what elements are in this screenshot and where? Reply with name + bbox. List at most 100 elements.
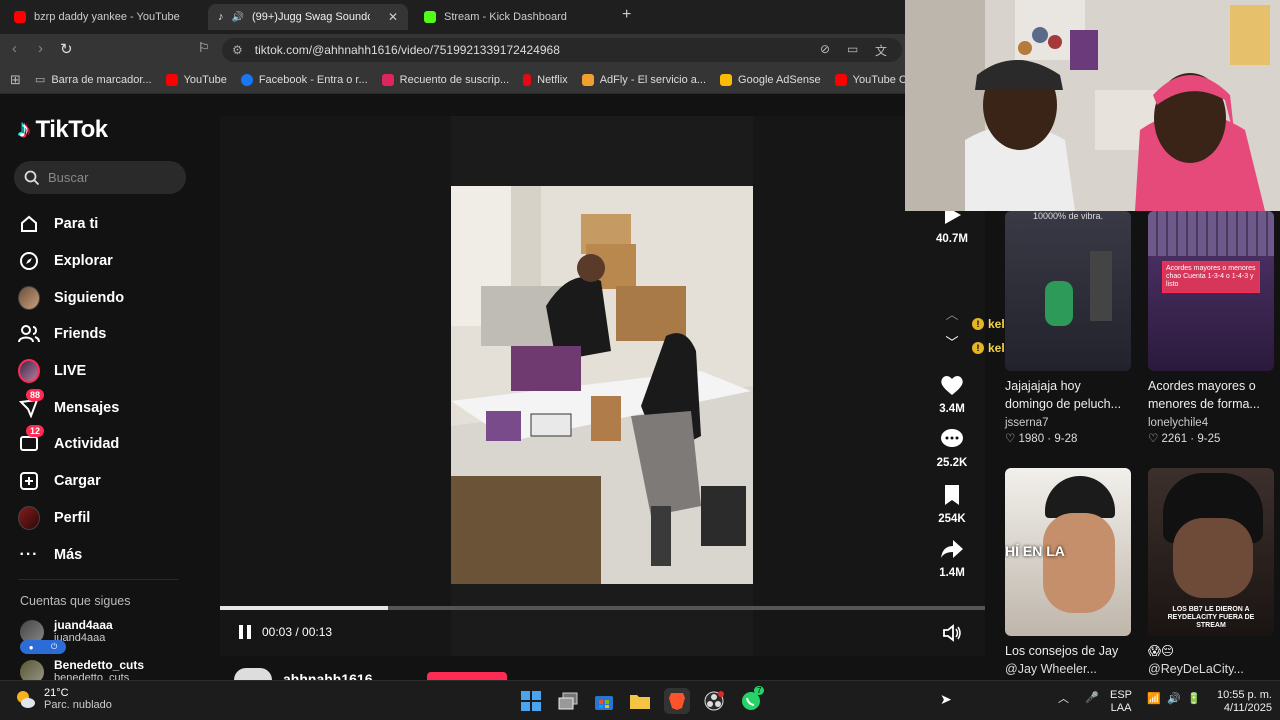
bookmark-item[interactable]: Netflix	[523, 73, 568, 86]
video-player[interactable]: 00:03 / 00:13	[220, 116, 985, 656]
pause-icon[interactable]	[238, 624, 252, 640]
bookmark-item[interactable]: YouTube	[165, 73, 227, 86]
nav-perfil[interactable]: Perfil	[18, 500, 200, 537]
bookmark-item[interactable]: Google AdSense	[720, 73, 821, 86]
battery-icon[interactable]: 🔋	[1187, 693, 1201, 706]
recommendation-card[interactable]: Acordes mayores o menores chao Cuenta 1-…	[1148, 211, 1274, 445]
save-button[interactable]: 254K	[930, 484, 974, 525]
bookmark-icon[interactable]: ⚐	[198, 40, 210, 56]
forward-icon[interactable]: ›	[38, 40, 43, 57]
bookmark-item[interactable]: Facebook - Entra o r...	[240, 73, 368, 86]
video-thumbnail[interactable]: Acordes mayores o menores chao Cuenta 1-…	[1148, 211, 1274, 371]
microphone-icon[interactable]: 🎤	[1085, 692, 1099, 705]
scroll-up-button[interactable]: ︿	[930, 304, 974, 324]
nav-actividad[interactable]: 12 Actividad	[18, 425, 200, 463]
piano-keys	[1148, 211, 1274, 256]
bookmark-item[interactable]: Recuento de suscrip...	[381, 73, 509, 86]
like-button[interactable]: 3.4M	[930, 374, 974, 415]
following-title: Cuentas que sigues	[20, 594, 131, 608]
tab-youtube[interactable]: bzrp daddy yankee - YouTube	[4, 4, 204, 30]
activity-badge: 12	[26, 425, 45, 438]
author-avatar[interactable]	[234, 668, 272, 680]
language-indicator[interactable]: ESP LAA	[1110, 689, 1132, 715]
youtube-icon	[165, 73, 178, 86]
search-icon	[24, 170, 40, 185]
bookmark-icon	[945, 485, 959, 505]
video-progress-fill	[220, 606, 389, 610]
webcam-scene	[905, 0, 1280, 211]
search-input[interactable]	[48, 170, 168, 185]
bookmark-item[interactable]: AdFly - El servicio a...	[581, 73, 706, 86]
no-cast-icon[interactable]: ⊘	[820, 42, 830, 56]
thumbnail-figure	[1090, 251, 1112, 321]
speaker-icon: 🔊	[231, 11, 244, 23]
windows-start-icon[interactable]	[518, 688, 544, 714]
install-icon[interactable]: ▭	[847, 42, 858, 56]
scroll-down-button[interactable]: ﹀	[930, 332, 974, 352]
share-button[interactable]: 1.4M	[930, 538, 974, 579]
search-box[interactable]	[14, 161, 186, 194]
reload-icon[interactable]: ↻	[60, 40, 73, 58]
video-thumbnail[interactable]: LOS BB7 LE DIERON A REYDELACITY FUERA DE…	[1148, 468, 1274, 636]
volume-icon[interactable]	[942, 624, 962, 642]
kick-icon	[424, 11, 436, 23]
thumbnail-figure	[1045, 281, 1073, 326]
activity-icon: 12	[18, 425, 45, 455]
tiktok-icon: ♪	[18, 116, 30, 143]
share-icon	[941, 540, 963, 558]
weather-widget[interactable]: 21°C Parc. nublado	[14, 687, 112, 711]
brave-icon[interactable]	[664, 688, 690, 714]
translate-icon[interactable]: 文	[875, 42, 887, 59]
store-icon[interactable]	[591, 688, 617, 714]
thumbnail-cap	[1045, 476, 1115, 518]
main-nav: Para ti Explorar Siguiendo Friends LIVE …	[18, 206, 200, 573]
heart-icon	[941, 376, 963, 395]
tab-kick[interactable]: Stream - Kick Dashboard	[414, 4, 614, 30]
tab-soundcloud[interactable]: ♪ 🔊 (99+)Jugg Swag Soundcloud ✕	[208, 4, 408, 30]
recommendation-card[interactable]: LOS BB7 LE DIERON A REYDELACITY FUERA DE…	[1148, 468, 1274, 676]
comment-button[interactable]: 25.2K	[930, 428, 974, 469]
tiktok-logo[interactable]: ♪ TikTok	[18, 116, 108, 144]
volume-icon[interactable]: 🔊	[1167, 693, 1181, 706]
recommendation-card[interactable]: HÍ EN LA Los consejos de Jay @Jay Wheele…	[1005, 468, 1131, 676]
nav-explorar[interactable]: Explorar	[18, 243, 200, 280]
thumbnail-face	[1043, 513, 1115, 613]
nav-mensajes[interactable]: 88 Mensajes	[18, 388, 200, 426]
chevron-up-icon[interactable]: ︿	[1058, 693, 1069, 706]
whatsapp-icon[interactable]: 7	[738, 686, 765, 714]
obs-icon[interactable]	[701, 688, 727, 714]
home-icon	[18, 213, 40, 235]
nav-para-ti[interactable]: Para ti	[18, 206, 200, 243]
close-tab-icon[interactable]: ✕	[388, 10, 398, 24]
video-thumbnail[interactable]: 10000% de vibra.	[1005, 211, 1131, 371]
video-frame[interactable]	[451, 186, 753, 584]
mouse-cursor-icon: ➤	[940, 691, 952, 707]
address-bar[interactable]: ⚙ tiktok.com/@ahhnahh1616/video/75199213…	[222, 38, 902, 62]
video-time: 00:03 / 00:13	[262, 625, 333, 639]
follow-button[interactable]	[427, 672, 507, 680]
author-name[interactable]: ahhnahh1616	[283, 670, 372, 680]
video-progress-bar[interactable]	[220, 606, 985, 610]
coin-icon: !	[972, 342, 984, 354]
back-icon[interactable]: ‹	[12, 40, 17, 57]
site-settings-icon[interactable]: ⚙	[232, 43, 243, 57]
nav-cargar[interactable]: Cargar	[18, 463, 200, 500]
bookmark-item[interactable]: ▭ Barra de marcador...	[35, 73, 152, 87]
task-view-icon[interactable]	[555, 688, 581, 714]
recommendation-card[interactable]: 10000% de vibra. Jajajajaja hoy domingo …	[1005, 211, 1131, 445]
nav-mas[interactable]: ··· Más	[18, 536, 200, 573]
nav-siguiendo[interactable]: Siguiendo	[18, 279, 200, 316]
wifi-icon[interactable]: 📶	[1147, 693, 1161, 706]
nav-live[interactable]: LIVE	[18, 353, 200, 390]
clock[interactable]: 10:55 p. m. 4/11/2025	[1210, 689, 1272, 715]
sidebar-divider	[18, 579, 178, 580]
adsense-icon	[720, 73, 733, 86]
apps-icon[interactable]: ⊞	[10, 72, 21, 88]
compass-icon	[18, 250, 40, 272]
netflix-icon	[523, 73, 532, 86]
new-tab-button[interactable]: +	[622, 6, 631, 24]
nav-friends[interactable]: Friends	[18, 316, 200, 353]
heart-outline-icon: ♡	[1148, 433, 1162, 445]
file-explorer-icon[interactable]	[627, 688, 653, 714]
video-thumbnail[interactable]: HÍ EN LA	[1005, 468, 1131, 636]
